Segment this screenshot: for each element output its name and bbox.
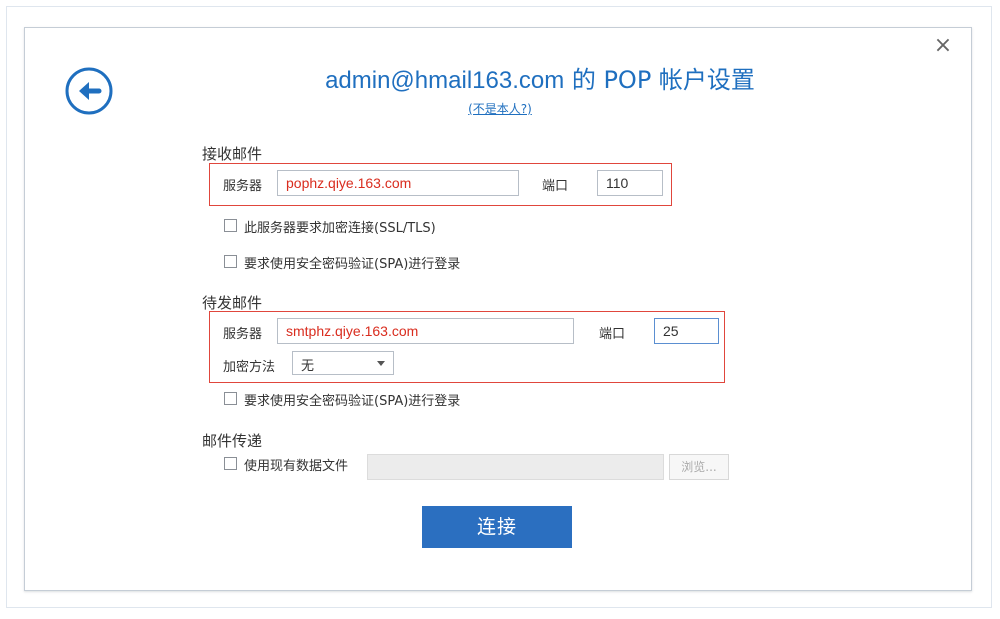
data-file-path-input xyxy=(367,454,664,480)
existing-data-file-checkbox[interactable] xyxy=(224,457,237,470)
encryption-select-value: 无 xyxy=(301,359,315,374)
incoming-spa-checkbox[interactable] xyxy=(224,255,237,268)
title-suffix: 的 POP 帐户设置 xyxy=(564,66,755,94)
ssl-checkbox[interactable] xyxy=(224,219,237,232)
outgoing-port-input[interactable]: 25 xyxy=(654,318,719,344)
incoming-server-label: 服务器 xyxy=(223,179,263,194)
outgoing-server-input[interactable]: smtphz.qiye.163.com xyxy=(277,318,574,344)
not-me-link[interactable]: (不是本人?) xyxy=(440,100,560,117)
incoming-spa-checkbox-label: 要求使用安全密码验证(SPA)进行登录 xyxy=(244,257,461,272)
incoming-port-input[interactable]: 110 xyxy=(597,170,663,196)
back-arrow-svg xyxy=(65,67,113,115)
back-arrow-circle-icon[interactable] xyxy=(64,66,114,116)
outgoing-section-title: 待发邮件 xyxy=(202,294,263,312)
encryption-label: 加密方法 xyxy=(223,360,276,375)
incoming-section-title: 接收邮件 xyxy=(202,145,263,163)
chevron-down-icon xyxy=(377,361,385,366)
page-title: admin@hmail163.com 的 POP 帐户设置 xyxy=(280,60,800,95)
outgoing-port-label: 端口 xyxy=(599,327,626,342)
encryption-select[interactable]: 无 xyxy=(292,351,394,375)
delivery-section-title: 邮件传递 xyxy=(202,432,263,450)
title-email: admin@hmail163.com xyxy=(325,67,565,94)
browse-button: 浏览... xyxy=(669,454,729,480)
existing-data-file-label: 使用现有数据文件 xyxy=(244,459,349,474)
connect-button[interactable]: 连接 xyxy=(422,506,572,548)
incoming-server-input[interactable]: pophz.qiye.163.com xyxy=(277,170,519,196)
close-icon[interactable]: × xyxy=(932,35,954,57)
incoming-port-label: 端口 xyxy=(542,179,569,194)
outgoing-server-label: 服务器 xyxy=(223,327,263,342)
ssl-checkbox-label: 此服务器要求加密连接(SSL/TLS) xyxy=(244,221,436,236)
outgoing-spa-checkbox-label: 要求使用安全密码验证(SPA)进行登录 xyxy=(244,394,461,409)
outgoing-spa-checkbox[interactable] xyxy=(224,392,237,405)
